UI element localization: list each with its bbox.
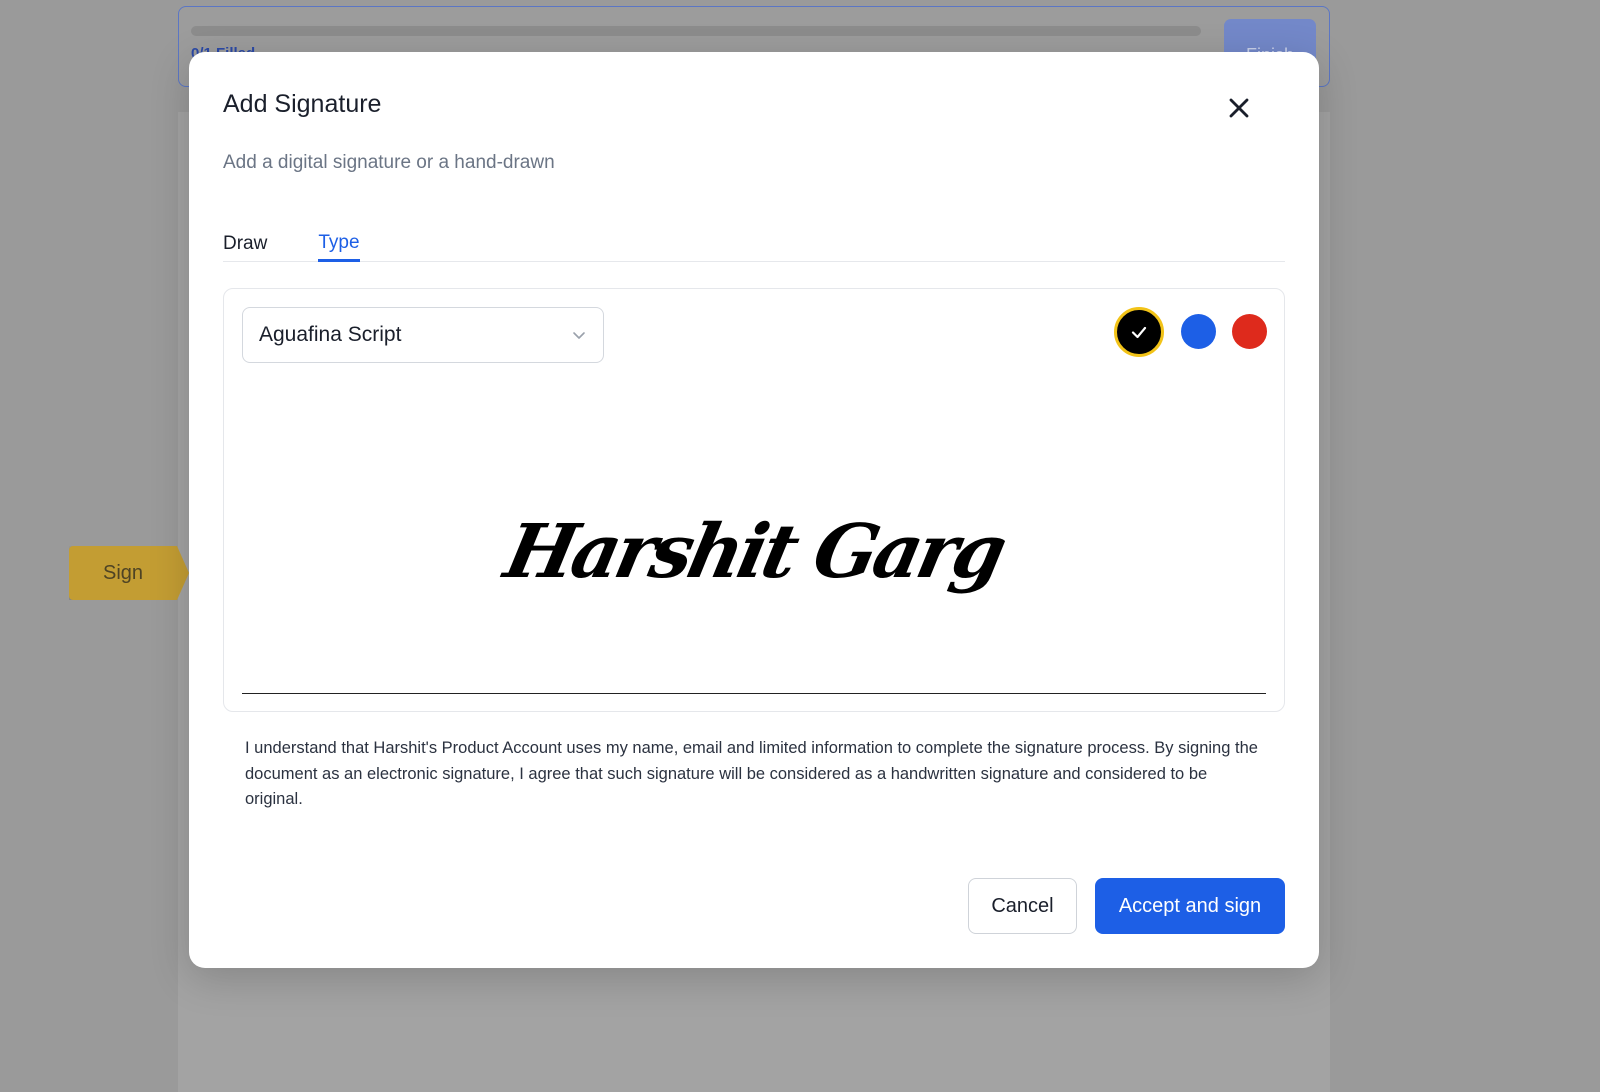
tab-type[interactable]: Type (318, 220, 360, 262)
color-swatch-blue[interactable] (1181, 314, 1216, 349)
sign-field-tag[interactable]: Sign (69, 546, 189, 600)
sign-tag-label: Sign (102, 561, 144, 584)
color-swatch-red[interactable] (1232, 314, 1267, 349)
accept-and-sign-button[interactable]: Accept and sign (1095, 878, 1285, 934)
font-select-value: Aguafina Script (259, 323, 402, 346)
dialog-subtitle: Add a digital signature or a hand-drawn (223, 152, 555, 173)
close-icon (1229, 98, 1249, 118)
font-select[interactable]: Aguafina Script (242, 307, 604, 363)
check-icon (1131, 326, 1147, 339)
add-signature-dialog: Add Signature Add a digital signature or… (189, 52, 1319, 968)
cancel-button[interactable]: Cancel (968, 878, 1077, 934)
signature-tabs: Draw Type (223, 220, 1285, 262)
close-button[interactable] (1221, 90, 1257, 126)
tab-draw[interactable]: Draw (223, 220, 267, 262)
signature-text: Harshit Garg (497, 509, 1011, 595)
progress-bar (191, 26, 1201, 36)
signature-baseline (242, 693, 1266, 694)
color-swatch-black[interactable] (1114, 307, 1164, 357)
consent-text: I understand that Harshit's Product Acco… (245, 739, 1258, 808)
signature-preview-box: Aguafina Script Harshit Garg (223, 288, 1285, 712)
dialog-title: Add Signature (223, 90, 382, 118)
chevron-down-icon (573, 332, 585, 339)
